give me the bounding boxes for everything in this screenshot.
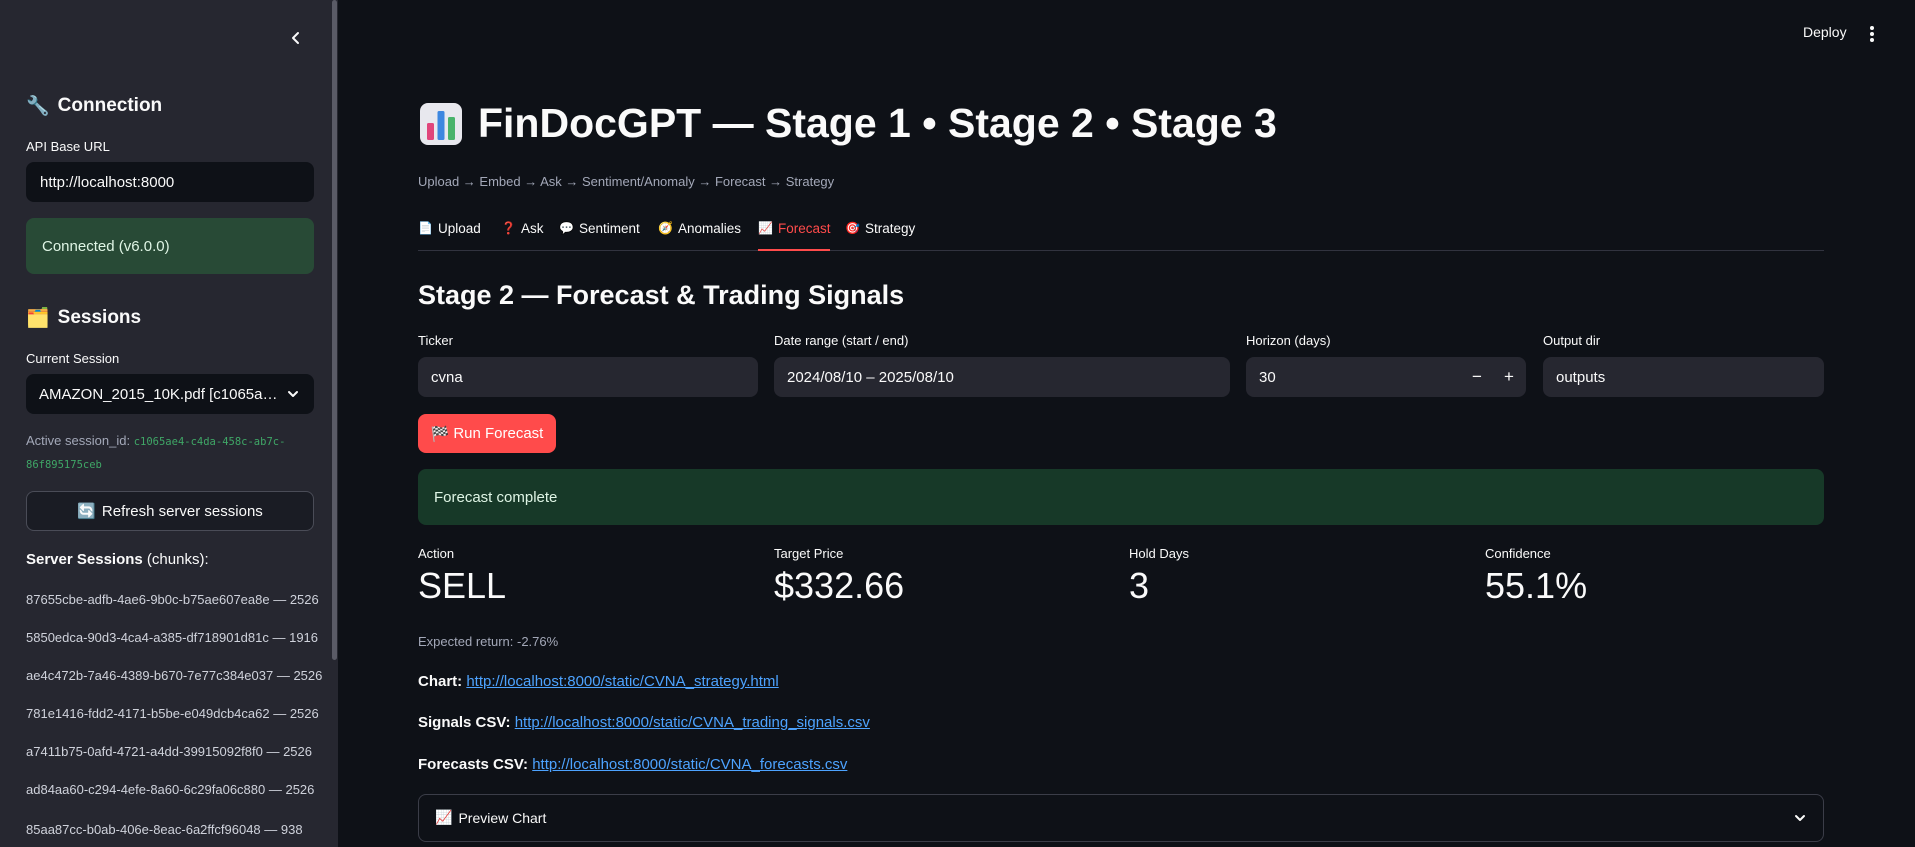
server-sessions-title-suffix: (chunks): [146, 551, 209, 568]
forecasts-csv-link[interactable]: http://localhost:8000/static/CVNA_foreca… [532, 756, 847, 773]
minus-icon: − [1472, 367, 1482, 386]
server-session-item[interactable]: 5850edca-90d3-4ca4-a385-df718901d81c — 1… [26, 630, 318, 645]
server-session-item[interactable]: ae4c472b-7a46-4389-b670-7e77c384e037 — 2… [26, 668, 322, 683]
ticker-label: Ticker [418, 333, 453, 348]
refresh-icon: 🔄 [77, 502, 96, 520]
current-session-value: AMAZON_2015_10K.pdf [c1065a… [39, 385, 278, 403]
active-session-id-line: Active session_id: c1065ae4-c4da-458c-ab… [26, 430, 314, 476]
hold-days-value: 3 [1129, 565, 1150, 606]
sidebar-scrollbar[interactable] [332, 0, 337, 660]
document-icon: 📄 [418, 221, 433, 235]
checkered-flag-icon: 🏁 [430, 424, 450, 443]
target-price-value: $332.66 [774, 565, 905, 606]
kebab-menu-icon [1870, 26, 1874, 42]
date-range-input[interactable]: 2024/08/10 – 2025/08/10 [774, 357, 1230, 397]
horizon-increment-button[interactable]: + [1495, 357, 1523, 397]
connected-status: Connected (v6.0.0) [26, 218, 314, 274]
server-session-item[interactable]: 781e1416-fdd2-4171-b5be-e049dcb4ca62 — 2… [26, 706, 319, 721]
server-sessions-title-bold: Server Sessions [26, 551, 143, 568]
folder-icon: 🗂️ [26, 307, 50, 329]
tab-anomalies[interactable]: 🧭 Anomalies [658, 220, 741, 251]
wrench-icon: 🔧 [26, 95, 50, 117]
confidence-value: 55.1% [1485, 565, 1588, 606]
tab-upload-label: Upload [437, 221, 481, 236]
forecast-complete-alert: Forecast complete [418, 469, 1824, 525]
section-title: Stage 2 — Forecast & Trading Signals [418, 280, 905, 310]
server-session-item[interactable]: ad84aa60-c294-4efe-8a60-6c29fa06c880 — 2… [26, 782, 314, 797]
chart-link-line: Chart: http://localhost:8000/static/CVNA… [418, 673, 779, 690]
question-icon: ❓ [501, 221, 516, 235]
tab-strategy-label: Strategy [864, 221, 916, 236]
chevron-down-icon [1795, 815, 1805, 821]
connection-heading: 🔧 Connection [26, 94, 163, 118]
page-title-text: FinDocGPT — Stage 1 • Stage 2 • Stage 3 [478, 100, 1277, 146]
plus-icon: + [1504, 367, 1514, 386]
tab-anomalies-label: Anomalies [677, 221, 741, 236]
signals-link-label: Signals CSV: [418, 714, 511, 731]
server-sessions-title: Server Sessions (chunks): [26, 551, 209, 568]
current-session-select[interactable]: AMAZON_2015_10K.pdf [c1065a… [26, 374, 314, 414]
tab-bar: 📄 Upload ❓ Ask 💬 Sentiment 🧭 Anomalies 📈… [418, 220, 1824, 251]
chart-increasing-icon: 📈 [758, 221, 773, 235]
sidebar: 🔧 Connection API Base URL http://localho… [0, 0, 338, 847]
current-session-label: Current Session [26, 351, 120, 366]
deploy-button[interactable]: Deploy [1803, 24, 1847, 40]
forecasts-link-line: Forecasts CSV: http://localhost:8000/sta… [418, 756, 847, 773]
ticker-input[interactable]: cvna [418, 357, 758, 397]
preview-chart-expander[interactable]: 📈 Preview Chart [418, 794, 1824, 842]
expected-return: Expected return: -2.76% [418, 634, 559, 649]
tab-ask[interactable]: ❓ Ask [501, 220, 543, 251]
signals-link-line: Signals CSV: http://localhost:8000/stati… [418, 714, 870, 731]
sessions-heading-text: Sessions [57, 306, 142, 328]
chevron-down-icon [288, 391, 298, 397]
preview-chart-header: 📈 Preview Chart [435, 810, 546, 826]
target-price-label: Target Price [774, 546, 844, 561]
output-dir-label: Output dir [1543, 333, 1601, 348]
chart-increasing-icon: 📈 [435, 810, 453, 826]
horizon-decrement-button[interactable]: − [1463, 357, 1491, 397]
api-base-url-input[interactable]: http://localhost:8000 [26, 162, 314, 202]
signals-csv-link[interactable]: http://localhost:8000/static/CVNA_tradin… [515, 714, 870, 731]
compass-icon: 🧭 [658, 221, 673, 235]
run-forecast-button[interactable]: 🏁 Run Forecast [418, 414, 556, 453]
tab-strategy[interactable]: 🎯 Strategy [845, 220, 915, 251]
server-session-item[interactable]: a7411b75-0afd-4721-a4dd-39915092f8f0 — 2… [26, 744, 312, 759]
horizon-label: Horizon (days) [1246, 333, 1331, 348]
collapse-sidebar-button[interactable] [284, 26, 308, 50]
confidence-label: Confidence [1485, 546, 1551, 561]
pipeline-caption: Upload → Embed → Ask → Sentiment/Anomaly… [418, 174, 835, 189]
tab-sentiment[interactable]: 💬 Sentiment [559, 220, 640, 251]
date-range-label: Date range (start / end) [774, 333, 909, 348]
tab-forecast[interactable]: 📈 Forecast [758, 220, 831, 251]
preview-chart-label: Preview Chart [458, 810, 547, 826]
chart-link-label: Chart: [418, 673, 463, 690]
action-metric-value: SELL [418, 565, 507, 606]
server-session-item[interactable]: 87655cbe-adfb-4ae6-9b0c-b75ae607ea8e — 2… [26, 592, 319, 607]
target-icon: 🎯 [845, 221, 860, 235]
hold-days-label: Hold Days [1129, 546, 1189, 561]
active-session-label: Active session_id: [26, 433, 131, 448]
api-base-url-label: API Base URL [26, 139, 110, 154]
tab-sentiment-label: Sentiment [578, 221, 640, 236]
run-forecast-label: Run Forecast [453, 425, 544, 442]
page-title: FinDocGPT — Stage 1 • Stage 2 • Stage 3 [418, 100, 1277, 147]
server-session-item[interactable]: 85aa87cc-b0ab-406e-8eac-6a2ffcf96048 — 9… [26, 822, 303, 837]
action-metric-label: Action [418, 546, 455, 561]
output-dir-input[interactable]: outputs [1543, 357, 1824, 397]
chart-link[interactable]: http://localhost:8000/static/CVNA_strate… [466, 673, 778, 690]
forecasts-link-label: Forecasts CSV: [418, 756, 529, 773]
chevron-left-icon [292, 32, 299, 44]
bar-chart-icon [420, 102, 462, 145]
tab-upload[interactable]: 📄 Upload [418, 220, 481, 251]
speech-bubble-icon: 💬 [559, 221, 574, 235]
refresh-sessions-label: Refresh server sessions [101, 502, 263, 520]
main-menu-button[interactable] [1865, 24, 1879, 44]
connection-heading-text: Connection [57, 94, 163, 116]
tab-ask-label: Ask [520, 221, 544, 236]
refresh-sessions-button[interactable]: 🔄 Refresh server sessions [26, 491, 314, 531]
sessions-heading: 🗂️ Sessions [26, 306, 142, 330]
tab-forecast-label: Forecast [777, 221, 831, 236]
